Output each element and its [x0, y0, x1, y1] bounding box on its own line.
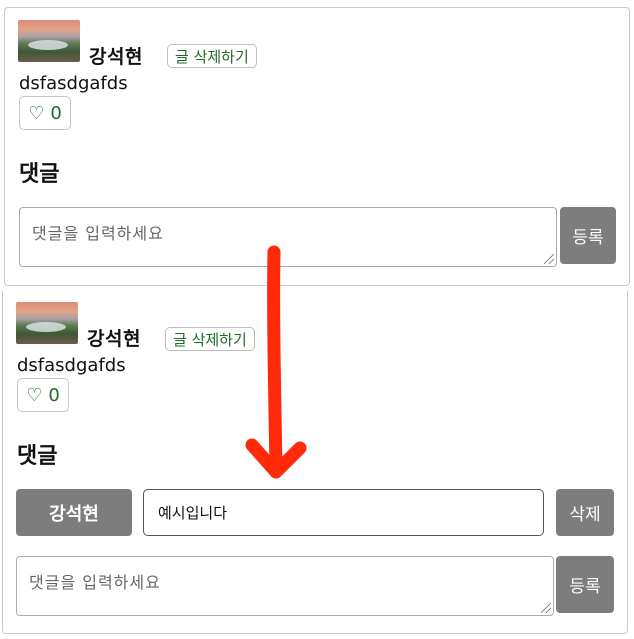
heart-icon: ♡ — [28, 102, 45, 124]
like-button[interactable]: ♡ 0 — [17, 378, 69, 412]
post-content: dsfasdgafds — [19, 73, 128, 94]
comment-textarea[interactable]: 댓글을 입력하세요 — [16, 556, 554, 616]
annotation-arrow-down-icon — [245, 245, 307, 479]
comments-title: 댓글 — [17, 444, 58, 469]
delete-post-button[interactable]: 글 삭제하기 — [167, 44, 257, 68]
heart-icon: ♡ — [26, 384, 43, 406]
author-avatar — [16, 302, 78, 344]
submit-comment-button[interactable]: 등록 — [556, 556, 614, 613]
post-author: 강석현 — [89, 46, 143, 68]
comment-author: 강석현 — [16, 489, 132, 536]
resize-handle[interactable] — [541, 603, 551, 613]
comment-text: 예시입니다 — [158, 504, 228, 522]
like-count: 0 — [48, 384, 60, 406]
comment-placeholder: 댓글을 입력하세요 — [29, 573, 161, 592]
resize-handle[interactable] — [544, 254, 554, 264]
post-author: 강석현 — [87, 328, 141, 350]
comments-title: 댓글 — [19, 162, 60, 187]
like-count: 0 — [50, 102, 62, 124]
author-avatar — [18, 20, 80, 62]
delete-comment-button[interactable]: 삭제 — [556, 489, 614, 536]
post-content: dsfasdgafds — [17, 355, 126, 376]
submit-comment-button[interactable]: 등록 — [560, 207, 616, 264]
like-button[interactable]: ♡ 0 — [19, 96, 71, 130]
comment-placeholder: 댓글을 입력하세요 — [32, 224, 164, 243]
comment-text-field[interactable]: 예시입니다 — [143, 489, 544, 536]
